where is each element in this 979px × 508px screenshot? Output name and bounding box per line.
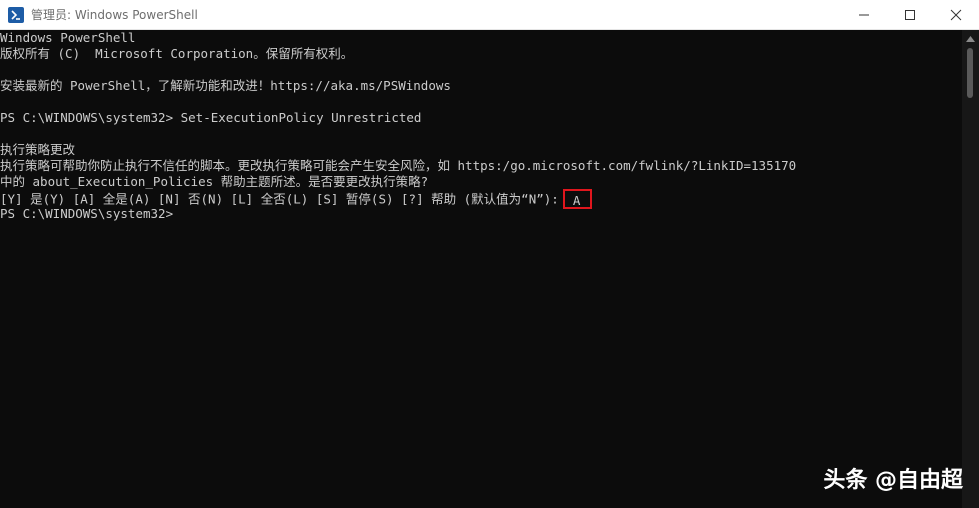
maximize-button[interactable]	[887, 0, 933, 30]
close-button[interactable]	[933, 0, 979, 30]
scroll-thumb[interactable]	[967, 48, 973, 98]
console-prompt: PS C:\WINDOWS\system32>	[0, 206, 174, 221]
choice-answer-highlight: A	[562, 189, 593, 209]
console-line: Windows PowerShell	[0, 30, 136, 45]
maximize-icon	[905, 10, 915, 20]
console-output[interactable]: Windows PowerShell 版权所有 (C) Microsoft Co…	[0, 30, 962, 508]
title-bar[interactable]: 管理员: Windows PowerShell	[0, 0, 979, 30]
triangle-up-icon	[966, 36, 975, 42]
powershell-icon	[8, 7, 24, 23]
choice-prompt: [Y] 是(Y) [A] 全是(A) [N] 否(N) [L] 全否(L) [S…	[0, 191, 559, 207]
scroll-up-button[interactable]	[962, 30, 979, 47]
watermark: 头条 @自由超	[823, 468, 963, 493]
console-line: 执行策略更改	[0, 142, 76, 157]
minimize-button[interactable]	[841, 0, 887, 30]
console-line: 版权所有 (C) Microsoft Corporation。保留所有权利。	[0, 46, 354, 61]
minimize-icon	[859, 14, 869, 16]
choice-answer: A	[572, 193, 581, 208]
console-line: PS C:\WINDOWS\system32> Set-ExecutionPol…	[0, 110, 422, 125]
vertical-scrollbar[interactable]	[962, 30, 979, 508]
console-line: 中的 about_Execution_Policies 帮助主题所述。是否要更改…	[0, 174, 429, 189]
console-line: 执行策略可帮助你防止执行不信任的脚本。更改执行策略可能会产生安全风险，如 htt…	[0, 158, 797, 173]
console-line: 安装最新的 PowerShell，了解新功能和改进！https://aka.ms…	[0, 78, 451, 93]
powershell-window: 管理员: Windows PowerShell Windows PowerShe…	[0, 0, 979, 508]
choice-prompt-line: [Y] 是(Y) [A] 全是(A) [N] 否(N) [L] 全否(L) [S…	[0, 189, 593, 209]
window-title: 管理员: Windows PowerShell	[31, 8, 198, 22]
close-icon	[950, 9, 962, 21]
